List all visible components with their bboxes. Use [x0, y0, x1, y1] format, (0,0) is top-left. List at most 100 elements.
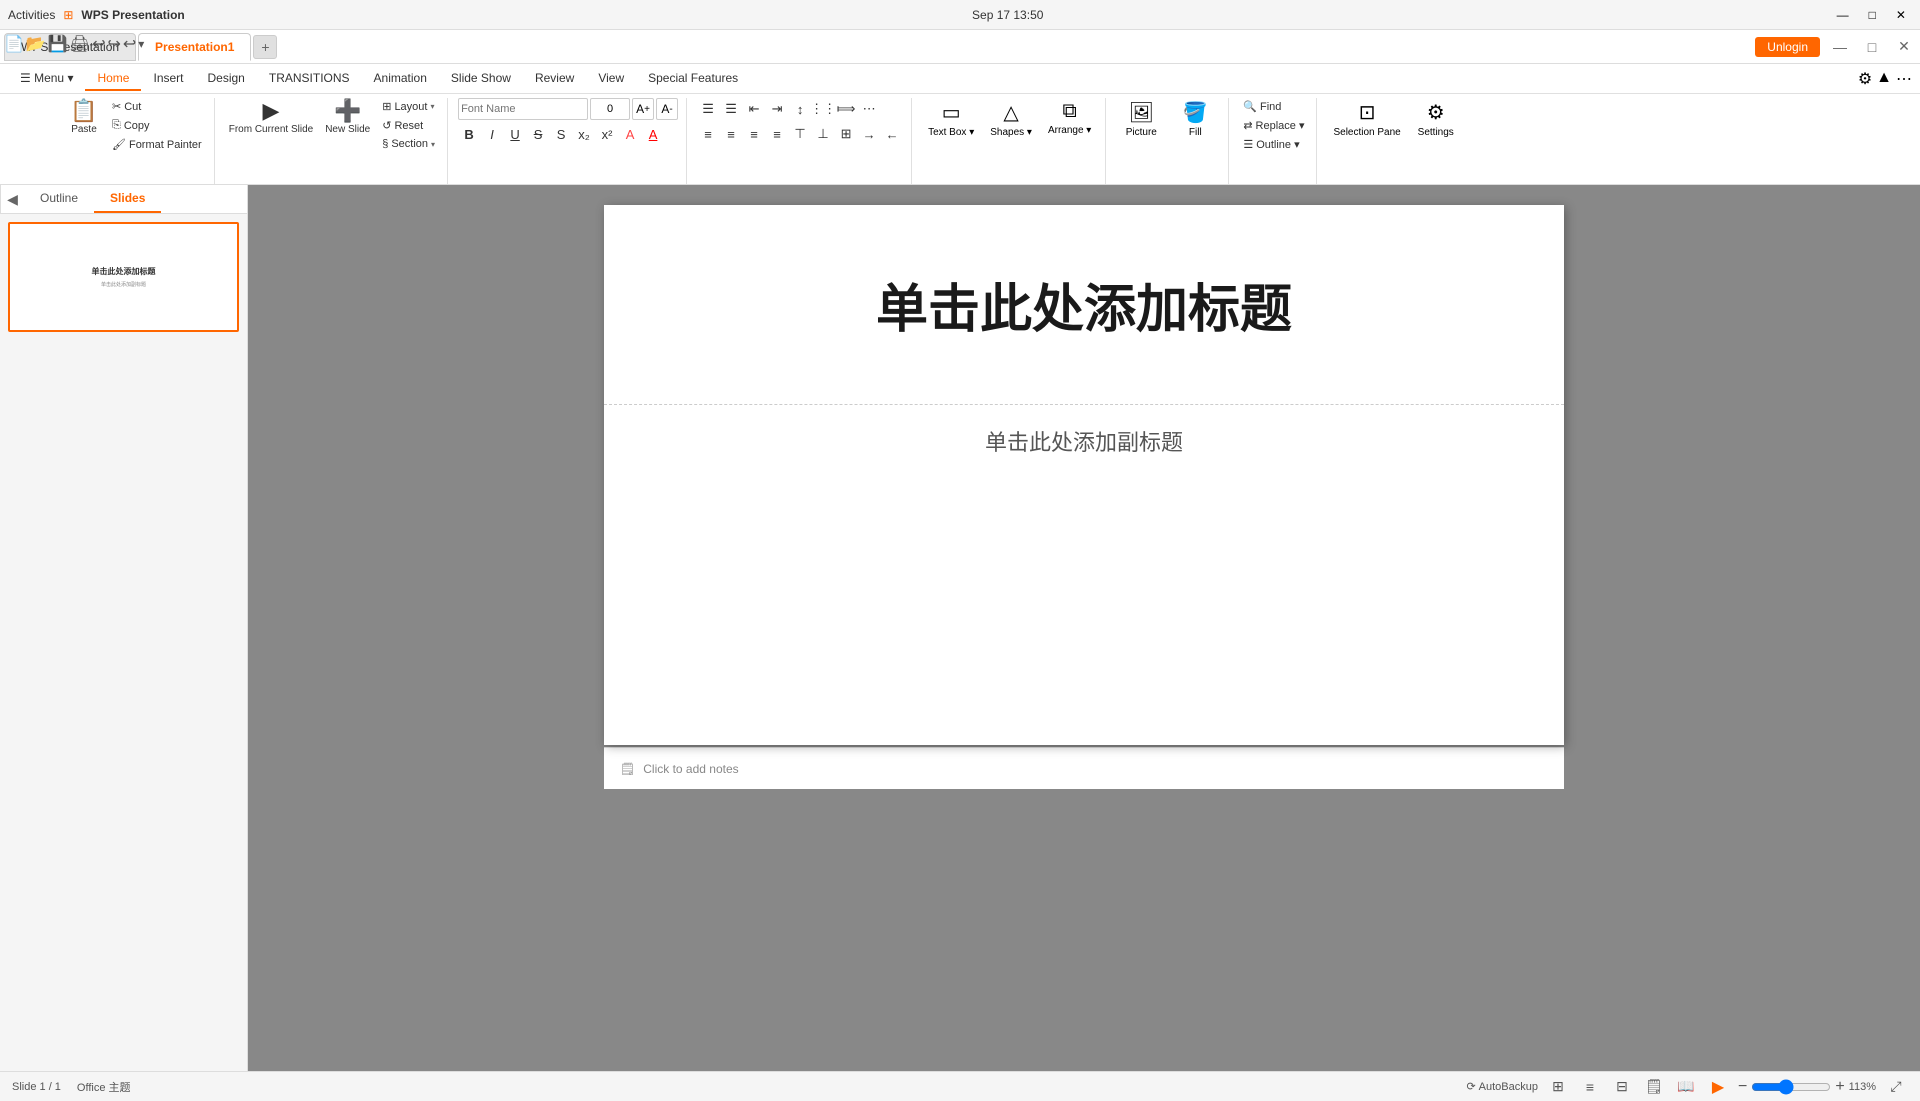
- tab-slideshow[interactable]: Slide Show: [439, 67, 523, 91]
- cut-btn[interactable]: ✂ Cut: [108, 98, 206, 115]
- justify-btn[interactable]: ≡: [766, 123, 788, 145]
- find-btn[interactable]: 🔍 Find: [1239, 98, 1308, 115]
- view-notes-btn[interactable]: 🗒: [1642, 1075, 1666, 1099]
- minimize-btn[interactable]: —: [1831, 8, 1855, 22]
- align-bottom-btn[interactable]: ⊞: [835, 123, 857, 145]
- close-btn[interactable]: ✕: [1890, 8, 1912, 22]
- font-color-btn[interactable]: A: [642, 123, 664, 145]
- arrange-btn[interactable]: ⧉ Arrange ▾: [1042, 98, 1097, 138]
- close-win-btn[interactable]: ✕: [1892, 35, 1916, 59]
- print-btn[interactable]: 🖨: [70, 34, 90, 54]
- open-btn[interactable]: 📂: [26, 34, 46, 54]
- view-outline-btn[interactable]: ≡: [1578, 1075, 1602, 1099]
- tab-menu[interactable]: ☰ Menu ▾: [8, 67, 85, 91]
- zoom-level[interactable]: 113%: [1849, 1081, 1876, 1093]
- replace-btn[interactable]: ⇄ Replace ▾: [1239, 117, 1308, 134]
- maximize-win-btn[interactable]: □: [1860, 35, 1884, 59]
- maximize-btn[interactable]: □: [1863, 8, 1882, 22]
- inc-indent-btn[interactable]: →: [858, 123, 880, 145]
- new-slide-btn[interactable]: ➕ New Slide: [321, 98, 374, 138]
- dec-indent-btn[interactable]: ←: [881, 123, 903, 145]
- slide-canvas[interactable]: 单击此处添加标题 单击此处添加副标题: [604, 205, 1564, 745]
- columns-btn[interactable]: ⋮⋮: [812, 98, 834, 120]
- align-top-btn[interactable]: ⊤: [789, 123, 811, 145]
- zoom-in-btn[interactable]: +: [1835, 1078, 1844, 1096]
- numbering-btn[interactable]: ☰: [720, 98, 742, 120]
- indent-more-btn[interactable]: ⇥: [766, 98, 788, 120]
- play-slideshow-btn[interactable]: ▶: [1706, 1075, 1730, 1099]
- superscript-btn[interactable]: x²: [596, 123, 618, 145]
- zoom-slider[interactable]: [1751, 1079, 1831, 1095]
- undo-btn[interactable]: ↩: [92, 34, 105, 54]
- slide-thumbnail-1[interactable]: 1 单击此处添加标题 单击此处添加副标题: [8, 222, 239, 332]
- font-grow-btn[interactable]: A+: [632, 98, 654, 120]
- shapes-btn[interactable]: △ Shapes ▾: [984, 98, 1038, 140]
- quick-more-btn[interactable]: ▾: [138, 37, 144, 51]
- outline-btn[interactable]: ☰ Outline ▾: [1239, 136, 1308, 153]
- paste-btn[interactable]: 📋 Paste: [64, 98, 104, 138]
- new-tab-btn[interactable]: +: [253, 35, 277, 59]
- slide-title-placeholder[interactable]: 单击此处添加标题: [604, 205, 1564, 405]
- slide-subtitle-placeholder[interactable]: 单击此处添加副标题: [604, 405, 1564, 745]
- italic-btn[interactable]: I: [481, 123, 503, 145]
- outline-tab[interactable]: Outline: [24, 185, 94, 213]
- more-list-btn[interactable]: ⋯: [858, 98, 880, 120]
- notes-bar[interactable]: 🗒 Click to add notes: [604, 747, 1564, 789]
- align-center-btn[interactable]: ≡: [720, 123, 742, 145]
- tab-review[interactable]: Review: [523, 67, 586, 91]
- selection-pane-label: Selection Pane: [1333, 127, 1400, 138]
- new-file-btn[interactable]: 📄: [4, 34, 24, 54]
- picture-btn[interactable]: 🖼 Picture: [1116, 98, 1166, 140]
- toolbar-more-icon[interactable]: ⋯: [1896, 69, 1912, 89]
- tab-animation[interactable]: Animation: [362, 67, 439, 91]
- minimize-win-btn[interactable]: —: [1828, 35, 1852, 59]
- bold-btn[interactable]: B: [458, 123, 480, 145]
- font-size-input[interactable]: [590, 98, 630, 120]
- save-btn[interactable]: 💾: [48, 34, 68, 54]
- view-normal-btn[interactable]: ⊞: [1546, 1075, 1570, 1099]
- text-box-btn[interactable]: ▭ Text Box ▾: [922, 98, 980, 140]
- tab-insert[interactable]: Insert: [141, 67, 195, 91]
- fill-btn[interactable]: 🪣 Fill: [1170, 98, 1220, 140]
- settings-btn[interactable]: ⚙ Settings: [1411, 98, 1461, 140]
- tab-special-features[interactable]: Special Features: [636, 67, 750, 91]
- reset-btn[interactable]: ↺ Reset: [378, 117, 439, 134]
- align-right-btn[interactable]: ≡: [743, 123, 765, 145]
- unlogin-btn[interactable]: Unlogin: [1755, 37, 1820, 57]
- toolbar-settings-icon[interactable]: ⚙: [1858, 69, 1872, 89]
- font-shrink-btn[interactable]: A-: [656, 98, 678, 120]
- subscript-btn[interactable]: x₂: [573, 123, 595, 145]
- special-indent-btn[interactable]: ⟾: [835, 98, 857, 120]
- slides-tab[interactable]: Slides: [94, 185, 161, 213]
- line-spacing-btn[interactable]: ↕: [789, 98, 811, 120]
- layout-btn[interactable]: ⊞ Layout ▾: [378, 98, 439, 115]
- panel-toggle-btn[interactable]: ◀: [0, 185, 24, 213]
- bullets-btn[interactable]: ☰: [697, 98, 719, 120]
- section-btn[interactable]: § Section ▾: [378, 136, 439, 152]
- app-tab-presentation[interactable]: Presentation1: [138, 33, 251, 61]
- align-middle-btn[interactable]: ⊥: [812, 123, 834, 145]
- strikethrough-btn[interactable]: S: [527, 123, 549, 145]
- view-sorter-btn[interactable]: ⊟: [1610, 1075, 1634, 1099]
- zoom-out-btn[interactable]: −: [1738, 1078, 1747, 1096]
- tab-home[interactable]: Home: [85, 67, 141, 91]
- autobackup-btn[interactable]: ⟳ AutoBackup: [1466, 1080, 1538, 1093]
- undo2-btn[interactable]: ↩: [123, 34, 136, 54]
- redo-btn[interactable]: ↪: [107, 34, 120, 54]
- from-current-slide-btn[interactable]: ▶ From Current Slide: [225, 98, 317, 138]
- clear-format-btn[interactable]: A: [619, 123, 641, 145]
- indent-less-btn[interactable]: ⇤: [743, 98, 765, 120]
- underline-btn[interactable]: U: [504, 123, 526, 145]
- font-name-input[interactable]: [458, 98, 588, 120]
- align-left-btn[interactable]: ≡: [697, 123, 719, 145]
- view-reading-btn[interactable]: 📖: [1674, 1075, 1698, 1099]
- tab-design[interactable]: Design: [196, 67, 257, 91]
- shadow-btn[interactable]: S: [550, 123, 572, 145]
- fit-page-btn[interactable]: ⤢: [1884, 1075, 1908, 1099]
- toolbar-expand-icon[interactable]: ▲: [1876, 69, 1892, 89]
- copy-btn[interactable]: ⎘ Copy: [108, 117, 206, 134]
- tab-transitions[interactable]: TRANSITIONS: [257, 67, 362, 91]
- tab-view[interactable]: View: [586, 67, 636, 91]
- selection-pane-btn[interactable]: ⊡ Selection Pane: [1327, 98, 1406, 140]
- format-painter-btn[interactable]: 🖌 Format Painter: [108, 136, 206, 153]
